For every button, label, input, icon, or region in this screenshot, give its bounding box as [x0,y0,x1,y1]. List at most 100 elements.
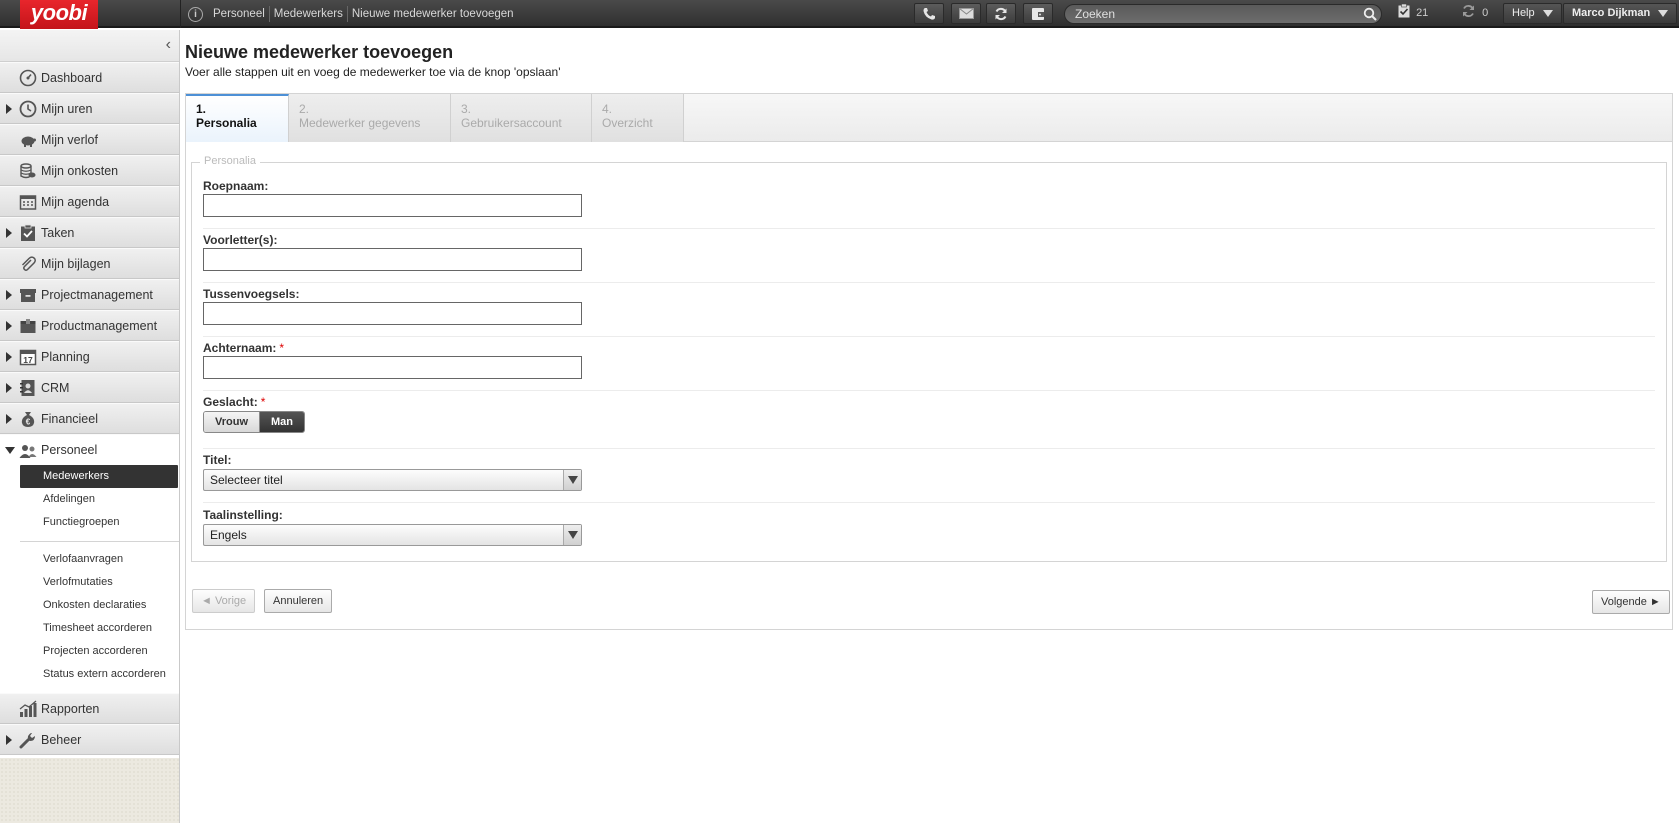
field-taalinstelling: Taalinstelling: Engels [203,508,1655,558]
refresh-button[interactable] [986,3,1016,24]
sidebar-sub-medewerkers[interactable]: Medewerkers [20,465,178,488]
achternaam-input[interactable] [203,356,582,379]
step-number: 4. [602,102,613,116]
sidebar-item-label: Personeel [41,443,98,457]
sidebar-sub-status-extern-accorderen[interactable]: Status extern accorderen [0,663,179,686]
user-menu[interactable]: Marco Dijkman [1563,3,1678,24]
geslacht-man-button[interactable]: Man [260,412,305,432]
yoobi-logo[interactable]: yoobi [20,0,98,29]
sidebar-sub-afdelingen[interactable]: Afdelingen [0,488,179,511]
step-number: 3. [461,102,472,116]
sidebar-item-rapporten[interactable]: Rapporten [0,693,179,724]
field-geslacht: Geslacht: * Vrouw Man [203,395,1655,449]
dashboard-icon [19,69,37,87]
help-dropdown[interactable]: Help [1503,3,1562,24]
sidebar-item-productmanagement[interactable]: Productmanagement [0,310,179,341]
prev-button[interactable]: ◄ Vorige [192,589,256,613]
tasks-counter[interactable]: 21 [1398,0,1428,28]
sidebar-sub-onkosten-declaraties[interactable]: Onkosten declaraties [0,594,179,617]
search-icon[interactable] [1363,7,1377,21]
geslacht-vrouw-button[interactable]: Vrouw [204,412,261,432]
breadcrumb-personeel[interactable]: Personeel [209,6,269,22]
people-icon [19,445,37,458]
sidebar-item-planning[interactable]: 17 Planning [0,341,179,372]
info-icon[interactable]: i [188,6,203,22]
step-label: Personalia [196,116,257,130]
sidebar-item-label: Taken [41,226,75,240]
next-button[interactable]: Volgende ► [1592,590,1670,614]
field-label-text: Geslacht: [203,395,258,409]
sidebar-sub-label: Afdelingen [43,493,95,505]
sidebar-item-mijn-onkosten[interactable]: Mijn onkosten [0,155,179,186]
phone-button[interactable] [914,3,944,24]
taalinstelling-select[interactable]: Engels [203,524,582,546]
sidebar-item-dashboard[interactable]: Dashboard [0,62,179,93]
select-value: Engels [210,528,247,542]
chevron-right-icon [6,104,12,114]
sidebar-item-mijn-agenda[interactable]: Mijn agenda [0,186,179,217]
sidebar-item-mijn-verlof[interactable]: Mijn verlof [0,124,179,155]
sidebar-sub-timesheet-accorderen[interactable]: Timesheet accorderen [0,617,179,640]
breadcrumb: i Personeel Medewerkers Nieuwe medewerke… [180,0,518,28]
tussenvoegsels-input[interactable] [203,302,582,325]
sidebar-item-crm[interactable]: CRM [0,372,179,403]
address-book-icon [20,380,35,396]
submenu-divider [20,541,179,542]
refresh-icon [995,7,1007,21]
sidebar-item-financieel[interactable]: € Financieel [0,403,179,434]
sidebar-item-projectmanagement[interactable]: Projectmanagement [0,279,179,310]
chevron-right-icon [6,414,12,424]
chevron-right-icon [6,735,12,745]
sidebar-item-beheer[interactable]: Beheer [0,724,179,755]
titel-select[interactable]: Selecteer titel [203,469,582,491]
wizard-step-overzicht[interactable]: 4. Overzicht [592,94,684,142]
field-label-text: Achternaam: [203,341,277,355]
sidebar-sub-verlofaanvragen[interactable]: Verlofaanvragen [0,548,179,571]
sidebar-sub-verlofmutaties[interactable]: Verlofmutaties [0,571,179,594]
wizard-step-medewerker-gegevens[interactable]: 2. Medewerker gegevens [289,94,451,142]
sidebar-sub-projecten-accorderen[interactable]: Projecten accorderen [0,640,179,663]
sidebar-item-label: Financieel [41,412,98,426]
expense-icon [1032,8,1044,20]
sidebar-sub-label: Projecten accorderen [43,645,148,657]
sidebar-sub-label: Status extern accorderen [43,668,166,680]
roepnaam-input[interactable] [203,194,582,217]
sidebar-item-mijn-bijlagen[interactable]: Mijn bijlagen [0,248,179,279]
dropdown-button[interactable] [563,470,581,490]
breadcrumb-medewerkers[interactable]: Medewerkers [268,6,347,22]
personeel-submenu: Medewerkers Afdelingen Functiegroepen Ve… [0,465,179,686]
sidebar-collapse-button[interactable]: ‹ [0,30,179,62]
sidebar-bottom-nav: Rapporten Beheer [0,693,179,755]
chevron-right-icon [6,321,12,331]
field-label: Achternaam: * [203,341,284,355]
field-tussenvoegsels: Tussenvoegsels: [203,287,1655,337]
step-label: Gebruikersaccount [461,116,562,130]
mail-button[interactable] [951,3,981,24]
chevron-down-icon [568,531,578,539]
package-icon [20,319,36,333]
cancel-button[interactable]: Annuleren [264,589,333,613]
select-value: Selecteer titel [210,473,283,487]
field-label: Roepnaam: [203,179,269,193]
page-title: Nieuwe medewerker toevoegen [185,42,454,62]
sidebar-item-personeel[interactable]: Personeel [0,434,179,465]
sync-counter[interactable]: 0 [1461,0,1488,28]
sidebar-item-mijn-uren[interactable]: Mijn uren [0,93,179,124]
expense-button[interactable] [1023,3,1053,24]
required-marker: * [279,341,285,355]
sidebar-item-label: Rapporten [41,702,100,716]
fieldset-legend: Personalia [200,155,260,167]
sidebar-item-label: Projectmanagement [41,288,153,302]
search-input[interactable] [1064,4,1382,24]
wizard-steps: 1. Personalia 2. Medewerker gegevens 3. … [186,94,1672,142]
required-marker: * [260,395,266,409]
wizard-step-personalia[interactable]: 1. Personalia [186,94,289,142]
voorletters-input[interactable] [203,248,582,271]
sidebar-item-taken[interactable]: Taken [0,217,179,248]
calendar-17-icon: 17 [19,349,37,366]
field-label: Tussenvoegsels: [203,287,300,301]
dropdown-button[interactable] [563,525,581,545]
chevron-left-icon: ‹ [165,36,171,53]
sidebar-sub-functiegroepen[interactable]: Functiegroepen [0,511,179,534]
wizard-step-gebruikersaccount[interactable]: 3. Gebruikersaccount [451,94,592,142]
